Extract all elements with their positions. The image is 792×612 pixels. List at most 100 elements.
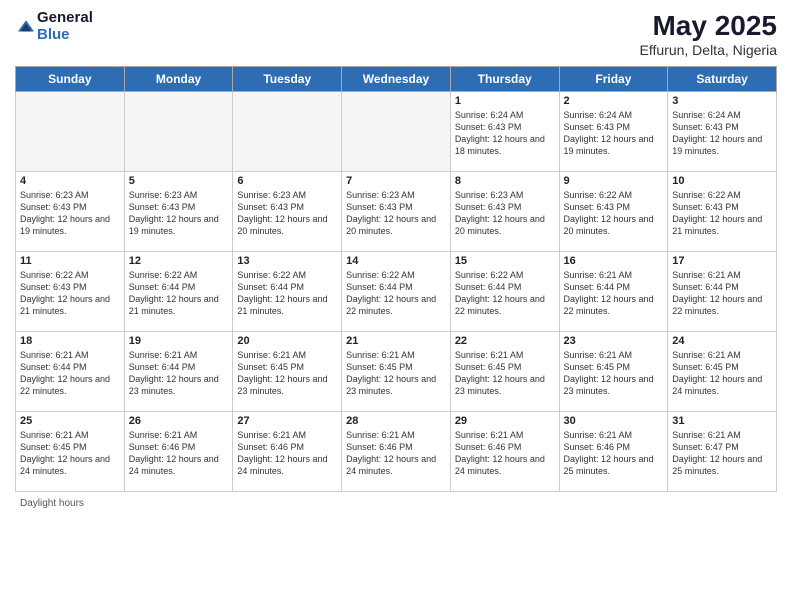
day-number: 1 [455,95,555,107]
day-info: Sunrise: 6:24 AM Sunset: 6:43 PM Dayligh… [564,109,664,158]
day-info: Sunrise: 6:21 AM Sunset: 6:44 PM Dayligh… [564,269,664,318]
day-info: Sunrise: 6:21 AM Sunset: 6:45 PM Dayligh… [237,349,337,398]
day-info: Sunrise: 6:22 AM Sunset: 6:44 PM Dayligh… [129,269,229,318]
calendar-week-row: 25 Sunrise: 6:21 AM Sunset: 6:45 PM Dayli… [16,412,777,492]
table-row: 24 Sunrise: 6:21 AM Sunset: 6:45 PM Dayli… [668,332,777,412]
day-number: 25 [20,415,120,427]
table-row: 7 Sunrise: 6:23 AM Sunset: 6:43 PM Daylig… [342,172,451,252]
table-row: 31 Sunrise: 6:21 AM Sunset: 6:47 PM Dayli… [668,412,777,492]
day-info: Sunrise: 6:21 AM Sunset: 6:45 PM Dayligh… [564,349,664,398]
table-row: 19Sunrise: 6:21 AM Sunset: 6:44 PM Dayli… [124,332,233,412]
day-info: Sunrise: 6:21 AM Sunset: 6:44 PM Dayligh… [672,269,772,318]
table-row: 25 Sunrise: 6:21 AM Sunset: 6:45 PM Dayli… [16,412,125,492]
calendar-day-header: Tuesday [233,67,342,92]
day-info: Sunrise: 6:21 AM Sunset: 6:45 PM Dayligh… [20,429,120,478]
table-row: 16 Sunrise: 6:21 AM Sunset: 6:44 PM Dayli… [559,252,668,332]
day-number: 26 [129,415,229,427]
day-number: 2 [564,95,664,107]
calendar-week-row: 1 Sunrise: 6:24 AM Sunset: 6:43 PM Daylig… [16,92,777,172]
table-row: 8 Sunrise: 6:23 AM Sunset: 6:43 PM Daylig… [450,172,559,252]
location: Effurun, Delta, Nigeria [640,42,777,58]
table-row: 30 Sunrise: 6:21 AM Sunset: 6:46 PM Dayli… [559,412,668,492]
day-number: 5 [129,175,229,187]
day-number: 9 [564,175,664,187]
day-number: 24 [672,335,772,347]
day-number: 13 [237,255,337,267]
header: General Blue May 2025 Effurun, Delta, Ni… [15,10,777,58]
day-info: Sunrise: 6:21 AM Sunset: 6:45 PM Dayligh… [346,349,446,398]
calendar-table: SundayMondayTuesdayWednesdayThursdayFrid… [15,66,777,492]
calendar-day-header: Monday [124,67,233,92]
day-number: 19 [129,335,229,347]
day-number: 7 [346,175,446,187]
table-row: 12 Sunrise: 6:22 AM Sunset: 6:44 PM Dayli… [124,252,233,332]
table-row: 2 Sunrise: 6:24 AM Sunset: 6:43 PM Daylig… [559,92,668,172]
table-row: 13 Sunrise: 6:22 AM Sunset: 6:44 PM Dayli… [233,252,342,332]
day-info: Sunrise: 6:21 AM Sunset: 6:46 PM Dayligh… [237,429,337,478]
logo-icon [17,18,35,36]
day-info: Sunrise: 6:22 AM Sunset: 6:44 PM Dayligh… [346,269,446,318]
table-row: 4Sunrise: 6:23 AM Sunset: 6:43 PM Daylig… [16,172,125,252]
table-row: 21 Sunrise: 6:21 AM Sunset: 6:45 PM Dayli… [342,332,451,412]
day-number: 20 [237,335,337,347]
day-info: Sunrise: 6:22 AM Sunset: 6:44 PM Dayligh… [455,269,555,318]
table-row: 9 Sunrise: 6:22 AM Sunset: 6:43 PM Daylig… [559,172,668,252]
day-number: 8 [455,175,555,187]
table-row: 14Sunrise: 6:22 AM Sunset: 6:44 PM Dayli… [342,252,451,332]
day-info: Sunrise: 6:24 AM Sunset: 6:43 PM Dayligh… [672,109,772,158]
day-number: 21 [346,335,446,347]
table-row: 28Sunrise: 6:21 AM Sunset: 6:46 PM Dayli… [342,412,451,492]
calendar-day-header: Thursday [450,67,559,92]
day-number: 17 [672,255,772,267]
calendar-day-header: Saturday [668,67,777,92]
day-info: Sunrise: 6:21 AM Sunset: 6:45 PM Dayligh… [455,349,555,398]
day-info: Sunrise: 6:21 AM Sunset: 6:46 PM Dayligh… [129,429,229,478]
table-row: 5 Sunrise: 6:23 AM Sunset: 6:43 PM Daylig… [124,172,233,252]
table-row: 29Sunrise: 6:21 AM Sunset: 6:46 PM Dayli… [450,412,559,492]
day-number: 29 [455,415,555,427]
day-info: Sunrise: 6:23 AM Sunset: 6:43 PM Dayligh… [346,189,446,238]
day-info: Sunrise: 6:22 AM Sunset: 6:43 PM Dayligh… [20,269,120,318]
day-info: Sunrise: 6:23 AM Sunset: 6:43 PM Dayligh… [237,189,337,238]
calendar-day-header: Sunday [16,67,125,92]
day-number: 30 [564,415,664,427]
table-row: 3Sunrise: 6:24 AM Sunset: 6:43 PM Daylig… [668,92,777,172]
table-row: 26 Sunrise: 6:21 AM Sunset: 6:46 PM Dayli… [124,412,233,492]
day-number: 15 [455,255,555,267]
table-row [16,92,125,172]
day-info: Sunrise: 6:22 AM Sunset: 6:43 PM Dayligh… [564,189,664,238]
day-number: 27 [237,415,337,427]
table-row: 20 Sunrise: 6:21 AM Sunset: 6:45 PM Dayli… [233,332,342,412]
day-number: 16 [564,255,664,267]
daylight-label: Daylight hours [20,498,84,509]
month-title: May 2025 [640,10,777,42]
table-row [124,92,233,172]
logo-general: General [37,10,93,27]
table-row: 10 Sunrise: 6:22 AM Sunset: 6:43 PM Dayli… [668,172,777,252]
calendar-day-header: Wednesday [342,67,451,92]
day-info: Sunrise: 6:23 AM Sunset: 6:43 PM Dayligh… [455,189,555,238]
table-row: 22Sunrise: 6:21 AM Sunset: 6:45 PM Dayli… [450,332,559,412]
day-number: 10 [672,175,772,187]
day-info: Sunrise: 6:21 AM Sunset: 6:44 PM Dayligh… [20,349,120,398]
table-row: 6Sunrise: 6:23 AM Sunset: 6:43 PM Daylig… [233,172,342,252]
day-info: Sunrise: 6:21 AM Sunset: 6:45 PM Dayligh… [672,349,772,398]
table-row [233,92,342,172]
calendar-day-header: Friday [559,67,668,92]
day-number: 28 [346,415,446,427]
day-number: 31 [672,415,772,427]
title-block: May 2025 Effurun, Delta, Nigeria [640,10,777,58]
table-row: 1Sunrise: 6:24 AM Sunset: 6:43 PM Daylig… [450,92,559,172]
day-info: Sunrise: 6:23 AM Sunset: 6:43 PM Dayligh… [129,189,229,238]
day-info: Sunrise: 6:22 AM Sunset: 6:43 PM Dayligh… [672,189,772,238]
calendar-week-row: 4Sunrise: 6:23 AM Sunset: 6:43 PM Daylig… [16,172,777,252]
table-row: 17 Sunrise: 6:21 AM Sunset: 6:44 PM Dayli… [668,252,777,332]
day-info: Sunrise: 6:21 AM Sunset: 6:46 PM Dayligh… [564,429,664,478]
day-info: Sunrise: 6:23 AM Sunset: 6:43 PM Dayligh… [20,189,120,238]
calendar-header-row: SundayMondayTuesdayWednesdayThursdayFrid… [16,67,777,92]
footer: Daylight hours [15,498,777,509]
day-info: Sunrise: 6:21 AM Sunset: 6:47 PM Dayligh… [672,429,772,478]
day-info: Sunrise: 6:22 AM Sunset: 6:44 PM Dayligh… [237,269,337,318]
day-number: 12 [129,255,229,267]
day-number: 18 [20,335,120,347]
